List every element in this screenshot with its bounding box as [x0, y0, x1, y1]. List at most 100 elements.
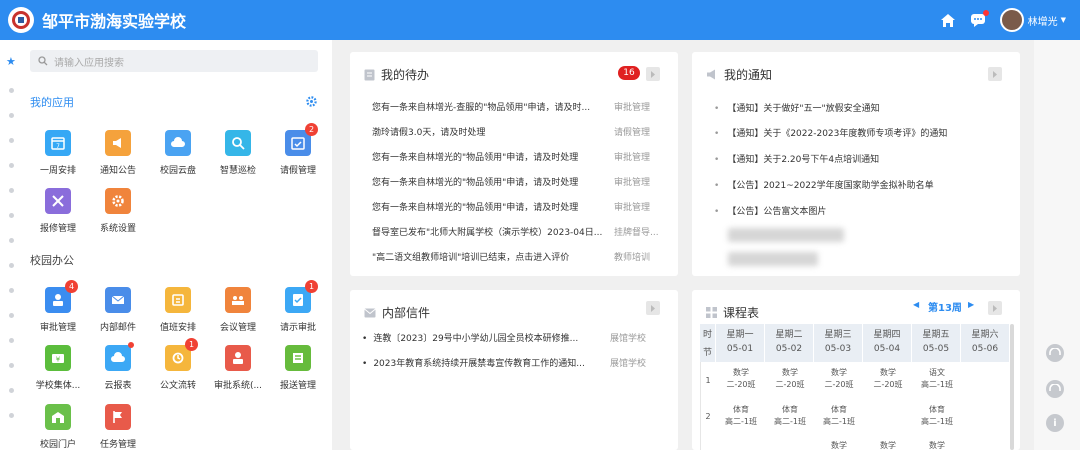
app-group[interactable]: ¥ 学校集体...: [30, 345, 86, 391]
timetable-more-button[interactable]: [988, 301, 1002, 315]
lesson-cell[interactable]: 数学 二-20班: [765, 367, 815, 391]
lesson-cell[interactable]: 数学: [863, 440, 913, 450]
mail-sender: 展馆学校: [610, 334, 647, 344]
app-cloud-disk[interactable]: 校园云盘: [150, 130, 206, 176]
todo-item[interactable]: 您有一条来自林增光的"物品领用"申请，请及时处理 审批管理: [372, 199, 672, 213]
todo-text[interactable]: 您有一条来自林增光-查服的"物品领用"申请，请及时...: [372, 100, 612, 113]
todo-item[interactable]: 您有一条来自林增光-查服的"物品领用"申请，请及时... 审批管理: [372, 99, 672, 113]
avatar[interactable]: [999, 8, 1024, 32]
rail-dot[interactable]: [9, 263, 14, 268]
rail-dot[interactable]: [9, 363, 14, 368]
rail-dot[interactable]: [9, 88, 14, 93]
message-icon[interactable]: [970, 9, 989, 28]
lesson-cell[interactable]: 数学 二-20班: [814, 367, 864, 391]
service-icon[interactable]: [1046, 380, 1064, 398]
app-approval[interactable]: 4 审批管理: [30, 280, 86, 333]
home-icon[interactable]: [940, 13, 956, 28]
mail-item[interactable]: 2023年教育系统持续开展禁毒宣传教育工作的通知...展馆学校: [362, 356, 662, 369]
prev-week-button[interactable]: ◀: [913, 300, 919, 309]
app-portal[interactable]: 校园门户: [30, 404, 86, 450]
todo-item[interactable]: 您有一条来自林增光的"物品领用"申请，请及时处理 审批管理: [372, 174, 672, 188]
app-approval-system[interactable]: 审批系统(...: [210, 345, 266, 391]
todo-text[interactable]: 您有一条来自林增光的"物品领用"申请，请及时处理: [372, 150, 612, 163]
app-request[interactable]: 1 请示审批: [270, 280, 326, 333]
app-settings[interactable]: 系统设置: [90, 188, 146, 234]
todo-item[interactable]: 渤玲请假3.0天，请及时处理 请假管理: [372, 124, 672, 138]
lesson-subject: 数学: [929, 441, 945, 450]
todo-item[interactable]: 督导室已发布"北师大附属学校（演示学校）2023-04日... 挂牌督导...: [372, 224, 672, 238]
rail-dot[interactable]: [9, 188, 14, 193]
user-menu[interactable]: 林增光 ▼: [999, 8, 1066, 32]
notice-item[interactable]: 【公告】公告富文本图片: [714, 204, 1004, 217]
app-label: 请假管理: [279, 166, 316, 176]
app-leave[interactable]: 2 请假管理: [270, 123, 326, 176]
todo-text[interactable]: 您有一条来自林增光的"物品领用"申请，请及时处理: [372, 200, 612, 213]
rail-dot[interactable]: [9, 313, 14, 318]
lesson-cell[interactable]: 数学: [912, 440, 962, 450]
app-label: 报修管理: [39, 224, 76, 234]
app-inspection[interactable]: 智慧巡检: [210, 130, 266, 176]
todo-item[interactable]: "高二语文组教师培训"培训已结束，点击进入评价 教师培训: [372, 249, 672, 263]
rail-dot[interactable]: [9, 413, 14, 418]
app-doc-flow[interactable]: 1 公文流转: [150, 338, 206, 391]
rail-dot[interactable]: [9, 113, 14, 118]
notice-item[interactable]: 【通知】关于做好"五一"放假安全通知: [714, 101, 1004, 114]
todo-more-button[interactable]: [646, 67, 660, 81]
headset-icon[interactable]: [1046, 344, 1064, 362]
mail-subject[interactable]: 2023年教育系统持续开展禁毒宣传教育工作的通知...: [362, 356, 610, 369]
notice-item[interactable]: 【通知】关于2.20号下午4点培训通知: [714, 152, 1004, 165]
chevron-down-icon[interactable]: ▼: [1061, 16, 1066, 24]
lesson-subject: 数学: [880, 368, 896, 377]
rail-dot[interactable]: [9, 163, 14, 168]
flag-icon: [105, 404, 131, 430]
user-name[interactable]: 林增光: [1028, 13, 1058, 28]
search-input[interactable]: 请输入应用搜索: [30, 50, 318, 72]
rail-dot[interactable]: [9, 388, 14, 393]
notices-more-button[interactable]: [988, 67, 1002, 81]
star-icon[interactable]: ★: [6, 55, 16, 68]
app-submit[interactable]: 报送管理: [270, 345, 326, 391]
app-duty[interactable]: 值班安排: [150, 287, 206, 333]
rail-dot[interactable]: [9, 138, 14, 143]
lesson-cell[interactable]: 体育 高二-1班: [814, 404, 864, 428]
app-label: 通知公告: [99, 166, 136, 176]
lesson-cell[interactable]: 体育 高二-1班: [716, 404, 766, 428]
mail-sender: 展馆学校: [610, 359, 647, 369]
gear-icon[interactable]: [306, 96, 317, 110]
notice-item[interactable]: 【通知】关于《2022-2023年度教师专项考评》的通知: [714, 126, 1004, 139]
rail-dot[interactable]: [9, 288, 14, 293]
rail-dot[interactable]: [9, 213, 14, 218]
todo-item[interactable]: 您有一条来自林增光的"物品领用"申请，请及时处理 审批管理: [372, 149, 672, 163]
lesson-cell[interactable]: 数学 二-20班: [716, 367, 766, 391]
period-number: 1: [705, 376, 711, 385]
app-repair[interactable]: 报修管理: [30, 188, 86, 234]
app-cloud-report[interactable]: 云报表: [90, 342, 146, 391]
lesson-cell[interactable]: 数学 二-20班: [863, 367, 913, 391]
time-column-header: 时节: [700, 324, 716, 362]
rail-dot[interactable]: [9, 238, 14, 243]
app-week-schedule[interactable]: 7 一周安排: [30, 130, 86, 176]
app-notices[interactable]: 通知公告: [90, 130, 146, 176]
app-mail[interactable]: 内部邮件: [90, 287, 146, 333]
mail-item[interactable]: 连教〔2023〕29号中小学幼儿园全员校本研修推...展馆学校: [362, 331, 662, 344]
info-icon[interactable]: i: [1046, 414, 1064, 432]
lesson-cell[interactable]: 数学: [814, 440, 864, 450]
rail-dot[interactable]: [9, 338, 14, 343]
lesson-cell[interactable]: 体育 高二-1班: [765, 404, 815, 428]
lesson-cell[interactable]: 语文 高二-1班: [912, 367, 962, 391]
notice-item[interactable]: 【公告】2021~2022学年度国家助学金拟补助名单: [714, 178, 1004, 191]
lesson-cell[interactable]: 体育 高二-1班: [912, 404, 962, 428]
next-week-button[interactable]: ▶: [968, 300, 974, 309]
app-task[interactable]: 任务管理: [90, 404, 146, 450]
todo-text[interactable]: 督导室已发布"北师大附属学校（演示学校）2023-04日...: [372, 225, 612, 238]
lesson-subject: 体育: [929, 405, 945, 414]
app-meeting[interactable]: 会议管理: [210, 287, 266, 333]
mail-more-button[interactable]: [646, 301, 660, 315]
day-date: 05-06: [971, 344, 999, 354]
app-label: 审批系统(...: [213, 381, 263, 391]
todo-text[interactable]: "高二语文组教师培训"培训已结束，点击进入评价: [372, 250, 612, 263]
todo-text[interactable]: 您有一条来自林增光的"物品领用"申请，请及时处理: [372, 175, 612, 188]
mail-subject[interactable]: 连教〔2023〕29号中小学幼儿园全员校本研修推...: [362, 331, 610, 344]
timetable-scrollbar[interactable]: [1010, 324, 1014, 450]
todo-text[interactable]: 渤玲请假3.0天，请及时处理: [372, 125, 612, 138]
